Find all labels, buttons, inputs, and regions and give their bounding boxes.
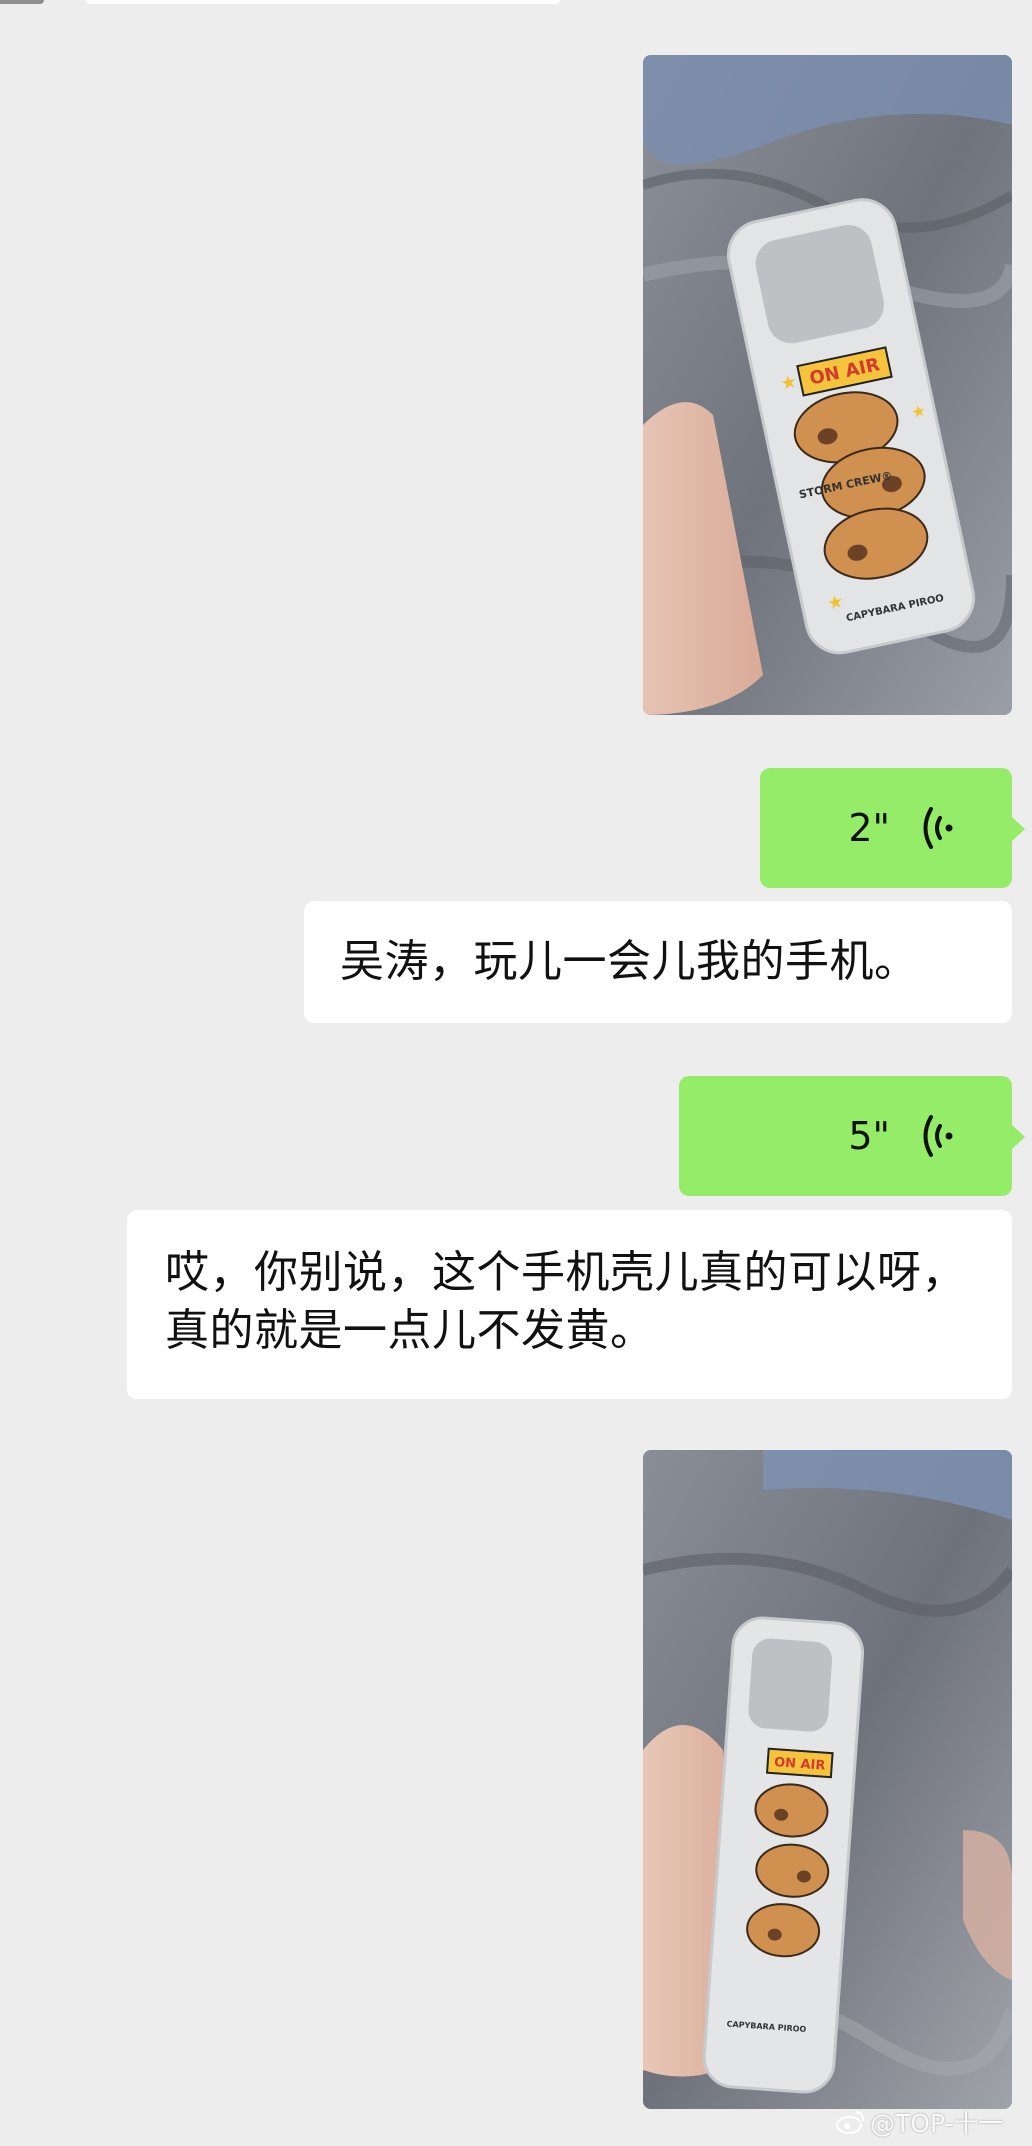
voice-message[interactable]: 2" bbox=[760, 768, 1025, 888]
image-message[interactable]: ON AIR STORM CREW® CAPYBARA PIROO ★ ★ ★ bbox=[643, 55, 1012, 715]
message-text: 吴涛，玩儿一会儿我的手机。 bbox=[340, 936, 919, 987]
watermark: @TOP-十一 bbox=[836, 2107, 1004, 2138]
voice-message[interactable]: 5" bbox=[679, 1076, 1025, 1196]
message-text: 哎，你别说，这个手机壳儿真的可以呀，真的就是一点儿不发黄。 bbox=[165, 1247, 966, 1356]
voice-duration: 5" bbox=[848, 1114, 890, 1158]
weibo-icon bbox=[836, 2111, 865, 2134]
phone-case-photo: ON AIR CAPYBARA PIROO bbox=[643, 1450, 1012, 2109]
text-message[interactable]: 吴涛，玩儿一会儿我的手机。 bbox=[304, 901, 1012, 1023]
voice-duration: 2" bbox=[848, 806, 890, 850]
text-message[interactable]: 哎，你别说，这个手机壳儿真的可以呀，真的就是一点儿不发黄。 bbox=[127, 1210, 1012, 1399]
previous-bubble-edge bbox=[86, 0, 560, 4]
watermark-text: @TOP-十一 bbox=[870, 2109, 1004, 2138]
phone-case-photo: ON AIR STORM CREW® CAPYBARA PIROO ★ ★ ★ bbox=[643, 55, 1012, 715]
voice-wave-icon bbox=[923, 1115, 953, 1157]
previous-avatar-edge bbox=[0, 0, 44, 4]
image-message[interactable]: ON AIR CAPYBARA PIROO bbox=[643, 1450, 1012, 2109]
voice-wave-icon bbox=[923, 807, 953, 849]
